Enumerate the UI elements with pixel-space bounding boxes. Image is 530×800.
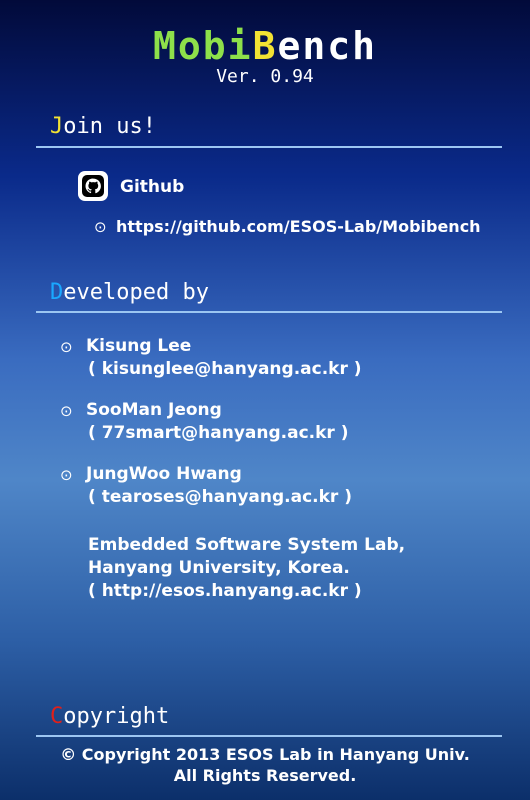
copyright-line1: © Copyright 2013 ESOS Lab in Hanyang Uni… <box>60 745 470 764</box>
developer-email: ( 77smart@hanyang.ac.kr ) <box>88 423 349 443</box>
developer-name: Kisung Lee <box>86 336 192 356</box>
copyright-title-initial: C <box>50 704 64 729</box>
lab-url-link[interactable]: ( http://esos.hanyang.ac.kr ) <box>88 580 362 603</box>
github-url-link[interactable]: https://github.com/ESOS-Lab/Mobibench <box>116 217 481 236</box>
logo-letters-ench: ench <box>277 24 377 68</box>
join-title-initial: J <box>50 114 64 139</box>
bullet-icon: ⊙ <box>60 338 73 356</box>
join-section-title: Join us! <box>50 114 156 139</box>
logo-letter-b: B <box>252 24 278 68</box>
github-icon[interactable] <box>78 171 108 201</box>
developer-email: ( tearoses@hanyang.ac.kr ) <box>88 487 352 507</box>
bullet-icon: ⊙ <box>94 218 107 236</box>
developers-divider <box>36 311 502 313</box>
copyright-section-title: Copyright <box>50 704 169 729</box>
github-link-label[interactable]: Github <box>120 177 184 197</box>
developers-title-rest: eveloped by <box>63 280 209 305</box>
lab-name-line1: Embedded Software System Lab, <box>88 535 406 555</box>
developers-section-title: Developed by <box>50 280 209 305</box>
copyright-title-rest: opyright <box>63 704 170 729</box>
copyright-text: © Copyright 2013 ESOS Lab in Hanyang Uni… <box>0 744 530 786</box>
bullet-icon: ⊙ <box>60 466 73 484</box>
join-title-rest: oin us! <box>63 114 156 139</box>
join-divider <box>36 146 502 148</box>
copyright-divider <box>36 735 502 737</box>
developer-name: JungWoo Hwang <box>86 464 242 484</box>
app-logo: MobiBench <box>0 24 530 68</box>
developers-title-initial: D <box>50 280 64 305</box>
copyright-line2: All Rights Reserved. <box>173 766 357 785</box>
developer-name: SooMan Jeong <box>86 400 222 420</box>
logo-letters-obi: obi <box>177 24 253 68</box>
bullet-icon: ⊙ <box>60 402 73 420</box>
developer-email: ( kisunglee@hanyang.ac.kr ) <box>88 359 362 379</box>
version-label: Ver. 0.94 <box>216 66 314 87</box>
logo-letter-m: M <box>153 24 178 68</box>
lab-name-line2: Hanyang University, Korea. <box>88 558 350 578</box>
